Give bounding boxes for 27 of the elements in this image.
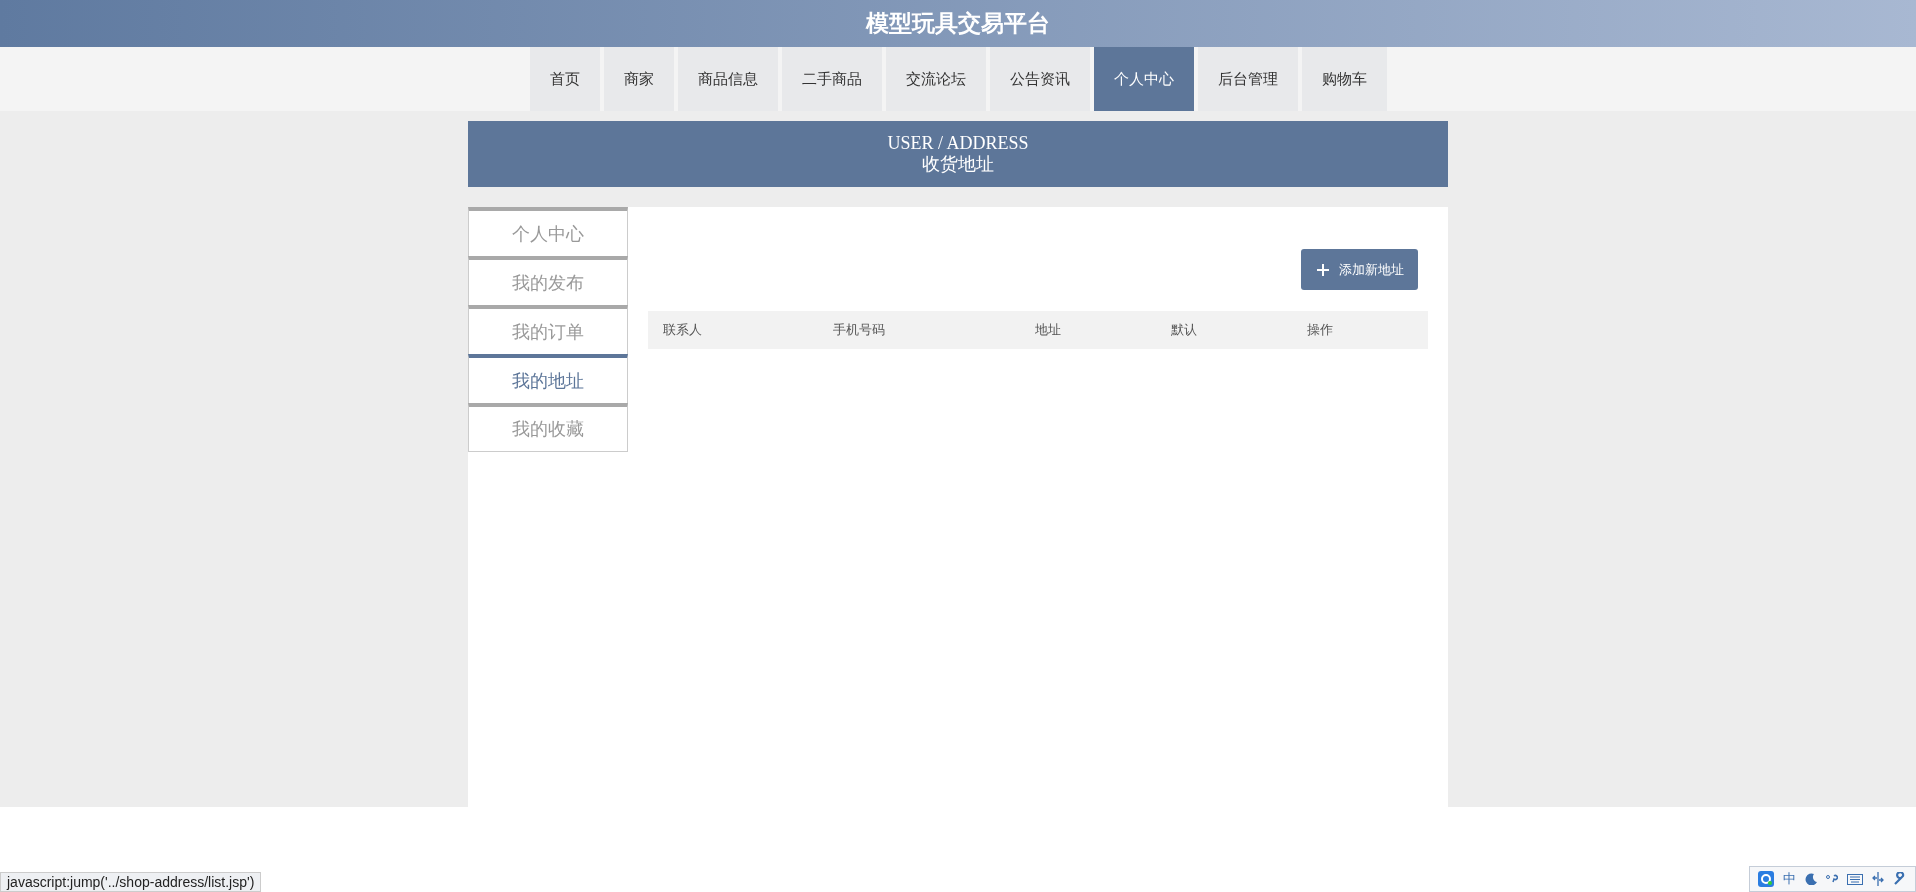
nav-tab[interactable]: 二手商品 — [781, 47, 882, 111]
column-header: 联系人 — [663, 321, 703, 339]
punctuation-icon[interactable] — [1826, 874, 1838, 884]
input-mode-toggle[interactable]: 中 — [1783, 870, 1796, 888]
site-title: 模型玩具交易平台 — [866, 9, 1050, 38]
add-address-button[interactable]: 添加新地址 — [1301, 249, 1418, 290]
nav-tab[interactable]: 首页 — [529, 47, 600, 111]
column-header: 地址 — [1035, 321, 1062, 339]
column-header: 操作 — [1307, 321, 1334, 339]
nav-tab[interactable]: 个人中心 — [1093, 47, 1194, 111]
plus-icon — [1317, 263, 1329, 276]
sidebar-item[interactable]: 我的地址 — [468, 354, 628, 403]
ime-logo-icon[interactable] — [1758, 871, 1774, 887]
nav-tab[interactable]: 公告资讯 — [989, 47, 1090, 111]
nav-tab[interactable]: 后台管理 — [1197, 47, 1298, 111]
banner-title: USER / ADDRESS — [887, 133, 1029, 153]
nav-tab[interactable]: 商品信息 — [677, 47, 778, 111]
nav-tab[interactable]: 购物车 — [1301, 47, 1387, 111]
status-bar: javascript:jump('../shop-address/list.jsp') — [0, 872, 262, 892]
column-header: 默认 — [1171, 321, 1198, 339]
column-header: 手机号码 — [833, 321, 886, 339]
moon-icon[interactable] — [1805, 873, 1817, 885]
nav-tab[interactable]: 交流论坛 — [885, 47, 986, 111]
banner-subtitle: 收货地址 — [922, 153, 994, 175]
nav-tab[interactable]: 商家 — [603, 47, 674, 111]
split-arrows-icon[interactable] — [1872, 872, 1884, 886]
keyboard-icon[interactable] — [1847, 873, 1863, 885]
